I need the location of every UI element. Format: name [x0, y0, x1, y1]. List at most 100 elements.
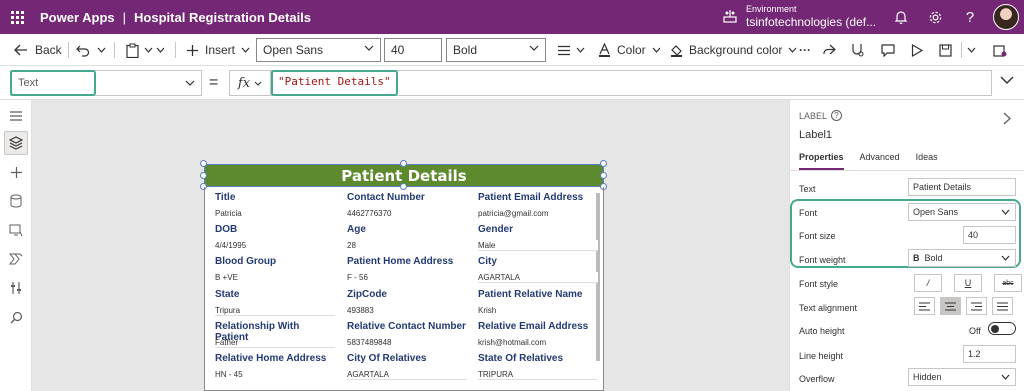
- text-align-button[interactable]: [557, 34, 585, 66]
- field-value[interactable]: 493883: [347, 305, 467, 316]
- patient-details-form[interactable]: Title Patricia Contact Number 4462776370…: [204, 187, 604, 391]
- field-value[interactable]: 4462776370: [347, 208, 467, 219]
- field-value[interactable]: TRIPURA: [478, 369, 598, 380]
- more-commands-button[interactable]: ···: [799, 34, 811, 66]
- field-value[interactable]: patricia@gmail.com: [478, 208, 598, 219]
- align-justify-icon[interactable]: [992, 297, 1013, 315]
- control-type-label: LABEL: [799, 110, 828, 121]
- tab-properties[interactable]: Properties: [799, 152, 844, 170]
- chevron-down-icon: [1001, 209, 1010, 215]
- insert-plus-icon[interactable]: [4, 160, 28, 184]
- help-icon[interactable]: ?: [961, 8, 979, 26]
- resize-handle[interactable]: [200, 160, 207, 167]
- resize-handle[interactable]: [400, 160, 407, 167]
- field-value[interactable]: F - 56: [347, 272, 467, 283]
- align-center-icon[interactable]: [940, 297, 961, 315]
- field-value[interactable]: Tripura: [215, 305, 335, 316]
- app-checker-icon[interactable]: [850, 34, 864, 66]
- tab-advanced[interactable]: Advanced: [860, 152, 900, 170]
- publish-icon[interactable]: [993, 34, 1007, 66]
- back-button[interactable]: Back: [14, 34, 62, 66]
- auto-height-toggle[interactable]: [988, 322, 1016, 335]
- app-launcher-waffle-icon[interactable]: [0, 0, 34, 34]
- hamburger-menu-icon[interactable]: [4, 104, 28, 128]
- resize-handle[interactable]: [600, 172, 607, 179]
- chevron-down-icon: [967, 47, 976, 53]
- bell-icon[interactable]: [892, 8, 910, 26]
- underline-button[interactable]: U: [954, 274, 982, 292]
- comments-icon[interactable]: [881, 34, 895, 66]
- control-name[interactable]: Label1: [799, 129, 832, 141]
- save-options-dropdown[interactable]: [967, 34, 976, 66]
- line-height-input[interactable]: 1.2: [963, 345, 1016, 363]
- undo-dropdown[interactable]: [97, 34, 106, 66]
- save-icon[interactable]: [939, 34, 952, 66]
- field-value[interactable]: Krish: [478, 305, 598, 316]
- font-style-prop-label: Font style: [799, 279, 839, 289]
- align-right-icon[interactable]: [966, 297, 987, 315]
- advanced-tools-icon[interactable]: [4, 276, 28, 300]
- field-city-of-relatives: City Of Relatives AGARTALA: [347, 353, 467, 380]
- insert-button[interactable]: Insert: [186, 34, 250, 66]
- search-icon[interactable]: [4, 305, 28, 329]
- background-color-button[interactable]: Background color: [670, 34, 797, 66]
- font-size-input[interactable]: 40: [384, 38, 442, 62]
- resize-handle[interactable]: [200, 172, 207, 179]
- font-weight-prop-dropdown[interactable]: B Bold: [908, 249, 1016, 267]
- fx-button[interactable]: fx: [229, 70, 271, 96]
- field-value[interactable]: 28: [347, 240, 467, 251]
- field-value[interactable]: AGARTALA: [478, 272, 598, 283]
- strikethrough-button[interactable]: abc: [994, 274, 1022, 292]
- field-value[interactable]: Patricia: [215, 208, 335, 219]
- align-left-icon[interactable]: [914, 297, 935, 315]
- field-age: Age 28: [347, 224, 467, 251]
- paste-dropdown[interactable]: [144, 34, 153, 66]
- field-relative-home-address: Relative Home Address HN - 45: [215, 353, 335, 380]
- environment-picker[interactable]: Environment tsinfotechnologies (def...: [722, 3, 876, 29]
- field-label: City Of Relatives: [347, 353, 427, 364]
- field-label: Patient Relative Name: [478, 289, 583, 300]
- design-canvas[interactable]: Patient Details Title Patricia Contact N…: [32, 100, 789, 391]
- chevron-right-icon[interactable]: [1003, 112, 1011, 125]
- field-value[interactable]: 5837489848: [347, 337, 467, 348]
- expand-formula-chevron-icon[interactable]: [1000, 76, 1014, 84]
- equals-sign: =: [209, 74, 219, 91]
- media-icon[interactable]: [4, 218, 28, 242]
- resize-handle[interactable]: [600, 160, 607, 167]
- field-value[interactable]: Father: [215, 337, 335, 348]
- field-value[interactable]: AGARTALA: [347, 369, 467, 380]
- gear-icon[interactable]: [926, 8, 944, 26]
- overflow-dropdown[interactable]: Hidden: [908, 368, 1016, 386]
- font-size-prop-value: 40: [968, 230, 979, 240]
- color-button[interactable]: Color: [598, 34, 661, 66]
- share-icon[interactable]: [822, 34, 836, 66]
- chevron-down-icon: [144, 47, 153, 53]
- help-icon[interactable]: ?: [831, 110, 843, 121]
- undo-button[interactable]: [76, 34, 90, 66]
- formula-expression[interactable]: "Patient Details": [278, 75, 391, 88]
- document-title: Hospital Registration Details: [134, 9, 312, 25]
- preview-play-icon[interactable]: [911, 34, 923, 66]
- field-value[interactable]: HN - 45: [215, 369, 335, 380]
- field-value[interactable]: Male: [478, 240, 598, 251]
- app-screen[interactable]: Patient Details Title Patricia Contact N…: [200, 160, 607, 391]
- font-weight-dropdown[interactable]: Bold: [446, 38, 546, 62]
- field-dob: DOB 4/4/1995: [215, 224, 335, 251]
- field-value[interactable]: krish@hotmail.com: [478, 337, 598, 348]
- data-cylinder-icon[interactable]: [4, 189, 28, 213]
- app-name[interactable]: Power Apps: [40, 10, 115, 25]
- power-automate-icon[interactable]: [4, 247, 28, 271]
- italic-button[interactable]: /: [914, 274, 942, 292]
- tab-ideas[interactable]: Ideas: [916, 152, 938, 170]
- paste-button[interactable]: [126, 34, 139, 66]
- font-size-prop-input[interactable]: 40: [963, 226, 1016, 244]
- background-color-label: Background color: [689, 43, 783, 57]
- more-paste-dropdown[interactable]: [156, 34, 165, 66]
- tree-view-layers-icon[interactable]: [4, 131, 28, 155]
- field-value[interactable]: B +VE: [215, 272, 335, 283]
- font-dropdown[interactable]: Open Sans: [908, 203, 1016, 221]
- text-prop-input[interactable]: Patient Details: [908, 178, 1016, 196]
- user-avatar[interactable]: [993, 4, 1019, 30]
- field-value[interactable]: 4/4/1995: [215, 240, 335, 251]
- font-family-dropdown[interactable]: Open Sans: [256, 38, 381, 62]
